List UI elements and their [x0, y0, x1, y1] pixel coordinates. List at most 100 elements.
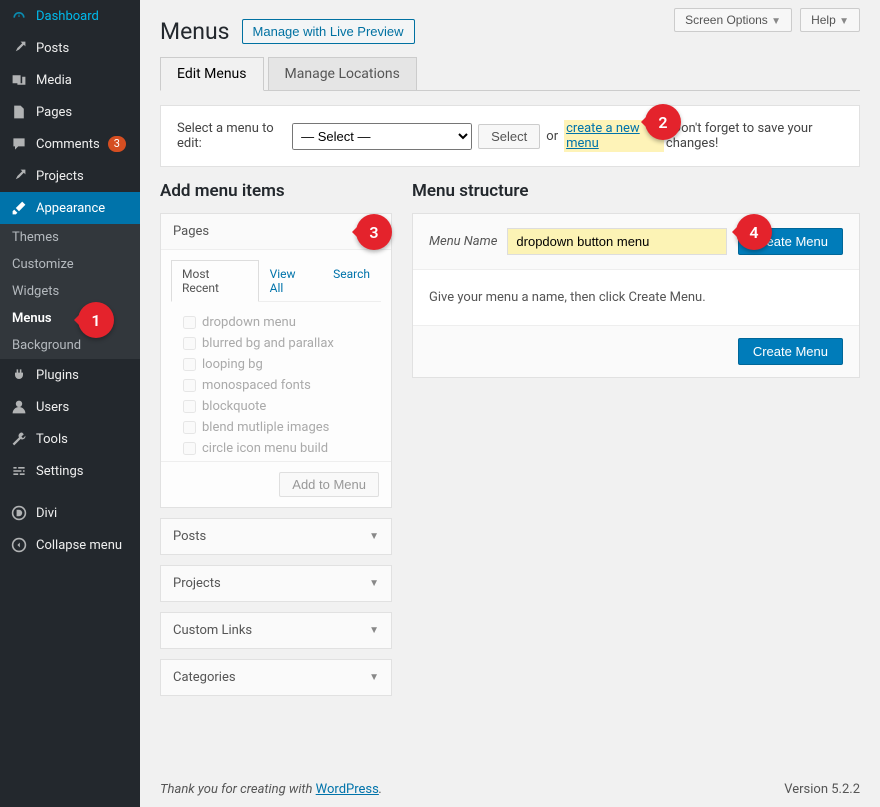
sidebar-label: Divi: [36, 506, 57, 521]
divi-icon: [10, 504, 28, 522]
help-button[interactable]: Help ▼: [800, 8, 860, 32]
comment-icon: [10, 135, 28, 153]
brush-icon: [10, 199, 28, 217]
menu-select-row: Select a menu to edit: — Select — Select…: [160, 105, 860, 167]
menu-hint-text: Give your menu a name, then click Create…: [413, 270, 859, 325]
page-check-item[interactable]: blend mutliple images: [183, 417, 369, 438]
callout-3: 3: [356, 214, 392, 250]
metabox-posts: Posts▼: [160, 518, 392, 555]
chevron-down-icon: ▼: [839, 16, 849, 27]
pages-tab-recent[interactable]: Most Recent: [171, 260, 259, 302]
admin-footer: Thank you for creating with WordPress. V…: [140, 772, 880, 807]
chevron-down-icon: ▼: [369, 625, 379, 636]
sidebar-label: Dashboard: [36, 9, 99, 24]
callout-4: 4: [736, 214, 772, 250]
footer-version: Version 5.2.2: [784, 782, 860, 797]
wordpress-link[interactable]: WordPress: [316, 782, 379, 797]
comments-badge: 3: [108, 136, 126, 152]
sidebar-label: Media: [36, 73, 72, 88]
structure-heading: Menu structure: [412, 181, 860, 201]
appearance-submenu: Themes Customize Widgets Menus Backgroun…: [0, 224, 140, 359]
add-to-menu-button[interactable]: Add to Menu: [279, 472, 379, 497]
submenu-customize[interactable]: Customize: [0, 251, 140, 278]
nav-tabs: Edit Menus Manage Locations: [160, 57, 860, 91]
sidebar-item-users[interactable]: Users: [0, 391, 140, 423]
sidebar-label: Appearance: [36, 201, 105, 216]
create-new-menu-link[interactable]: create a new menu: [566, 121, 640, 151]
sidebar-item-settings[interactable]: Settings: [0, 455, 140, 487]
sliders-icon: [10, 462, 28, 480]
page-check-item[interactable]: dropdown menu: [183, 312, 369, 333]
callout-1: 1: [78, 302, 114, 338]
pin-icon: [10, 39, 28, 57]
plug-icon: [10, 366, 28, 384]
page-check-item[interactable]: blurred bg and parallax: [183, 333, 369, 354]
sidebar-label: Comments: [36, 137, 100, 152]
chevron-down-icon: ▼: [369, 672, 379, 683]
pages-tab-search[interactable]: Search: [322, 260, 381, 302]
sidebar-label: Pages: [36, 105, 72, 120]
sidebar-label: Posts: [36, 41, 69, 56]
metabox-pages: Pages Most Recent View All Search dropdo…: [160, 213, 392, 508]
live-preview-button[interactable]: Manage with Live Preview: [242, 19, 415, 44]
media-icon: [10, 71, 28, 89]
sidebar-label: Settings: [36, 464, 83, 479]
pages-tab-view-all[interactable]: View All: [259, 260, 323, 302]
or-text: or: [546, 129, 558, 144]
chevron-down-icon: ▼: [369, 531, 379, 542]
page-check-item[interactable]: blockquote: [183, 396, 369, 417]
sidebar-item-pages[interactable]: Pages: [0, 96, 140, 128]
sidebar-item-comments[interactable]: Comments 3: [0, 128, 140, 160]
menu-select[interactable]: — Select —: [292, 123, 472, 150]
sidebar-item-tools[interactable]: Tools: [0, 423, 140, 455]
sidebar-label: Plugins: [36, 368, 79, 383]
tab-manage-locations[interactable]: Manage Locations: [268, 57, 417, 90]
sidebar-label: Users: [36, 400, 69, 415]
tab-edit-menus[interactable]: Edit Menus: [160, 57, 264, 91]
wrench-icon: [10, 430, 28, 448]
metabox-categories-header[interactable]: Categories▼: [161, 660, 391, 695]
dashboard-icon: [10, 7, 28, 25]
submenu-widgets[interactable]: Widgets: [0, 278, 140, 305]
select-button[interactable]: Select: [478, 124, 540, 149]
sidebar-item-dashboard[interactable]: Dashboard: [0, 0, 140, 32]
select-suffix: . Don't forget to save your changes!: [666, 121, 843, 151]
page-check-item[interactable]: looping bg: [183, 354, 369, 375]
pages-checklist[interactable]: dropdown menu blurred bg and parallax lo…: [171, 301, 381, 461]
metabox-categories: Categories▼: [160, 659, 392, 696]
page-title: Menus: [160, 18, 230, 45]
pin-icon: [10, 167, 28, 185]
sidebar-item-media[interactable]: Media: [0, 64, 140, 96]
metabox-custom-links: Custom Links▼: [160, 612, 392, 649]
chevron-down-icon: ▼: [369, 578, 379, 589]
menu-name-label: Menu Name: [429, 234, 497, 249]
create-menu-button-bottom[interactable]: Create Menu: [738, 338, 843, 365]
sidebar-item-collapse[interactable]: Collapse menu: [0, 529, 140, 561]
metabox-custom-links-header[interactable]: Custom Links▼: [161, 613, 391, 648]
metabox-projects-header[interactable]: Projects▼: [161, 566, 391, 601]
add-items-heading: Add menu items: [160, 181, 392, 201]
sidebar-label: Projects: [36, 169, 84, 184]
metabox-posts-header[interactable]: Posts▼: [161, 519, 391, 554]
screen-options-button[interactable]: Screen Options ▼: [674, 8, 792, 32]
submenu-themes[interactable]: Themes: [0, 224, 140, 251]
sidebar-item-appearance[interactable]: Appearance: [0, 192, 140, 224]
sidebar-label: Collapse menu: [36, 538, 122, 553]
footer-thanks: Thank you for creating with: [160, 782, 316, 797]
collapse-icon: [10, 536, 28, 554]
select-menu-label: Select a menu to edit:: [177, 121, 286, 151]
sidebar-item-divi[interactable]: Divi: [0, 497, 140, 529]
page-check-item[interactable]: circle icon menu build: [183, 438, 369, 459]
sidebar-item-projects[interactable]: Projects: [0, 160, 140, 192]
menu-edit-panel: Menu Name Create Menu Give your menu a n…: [412, 213, 860, 378]
menu-name-input[interactable]: [507, 228, 727, 255]
chevron-down-icon: ▼: [771, 16, 781, 27]
metabox-projects: Projects▼: [160, 565, 392, 602]
main-content: Screen Options ▼ Help ▼ Menus Manage wit…: [140, 0, 880, 807]
sidebar-item-plugins[interactable]: Plugins: [0, 359, 140, 391]
page-check-item[interactable]: monospaced fonts: [183, 375, 369, 396]
callout-2: 2: [645, 104, 681, 140]
pages-icon: [10, 103, 28, 121]
sidebar-item-posts[interactable]: Posts: [0, 32, 140, 64]
submenu-background[interactable]: Background: [0, 332, 140, 359]
